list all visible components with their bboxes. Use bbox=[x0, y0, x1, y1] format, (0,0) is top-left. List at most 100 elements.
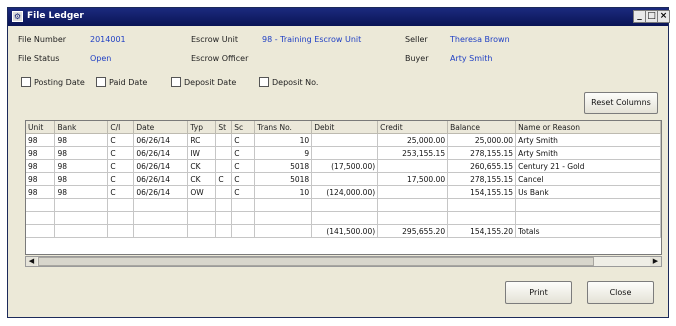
table-cell: 98 bbox=[54, 133, 109, 147]
table-cell: 06/26/14 bbox=[133, 172, 189, 186]
table-cell: IW bbox=[187, 146, 217, 160]
table-cell: C bbox=[107, 146, 135, 160]
table-cell bbox=[311, 172, 379, 186]
table-cell: C bbox=[231, 185, 256, 199]
table-cell bbox=[107, 198, 135, 212]
table-cell bbox=[215, 224, 233, 238]
table-cell: 98 bbox=[26, 146, 56, 160]
totals-row[interactable]: (141,500.00) 295,655.20 154,155.20 Totals bbox=[26, 224, 661, 238]
table-cell: C bbox=[231, 159, 256, 173]
table-cell: Arty Smith bbox=[515, 146, 661, 160]
column-header[interactable]: Balance bbox=[447, 121, 517, 134]
table-header-row: Unit Bank C/I Date Typ St Sc Trans No. Debit Cred… bbox=[26, 121, 661, 134]
posting-date-checkbox[interactable]: Posting Date bbox=[21, 77, 85, 87]
table-row[interactable] bbox=[26, 198, 661, 212]
close-window-button[interactable]: × bbox=[657, 10, 670, 23]
table-cell: 9 bbox=[254, 146, 313, 160]
table-cell: 295,655.20 bbox=[377, 224, 449, 238]
table-row[interactable] bbox=[26, 211, 661, 225]
close-button[interactable]: Close bbox=[587, 281, 654, 304]
table-cell: Us Bank bbox=[515, 185, 661, 199]
table-cell: (141,500.00) bbox=[311, 224, 379, 238]
column-header[interactable]: Credit bbox=[377, 121, 449, 134]
table-cell bbox=[254, 211, 313, 225]
table-cell bbox=[215, 159, 233, 173]
table-cell bbox=[377, 198, 449, 212]
table-cell bbox=[215, 146, 233, 160]
table-cell: RC bbox=[187, 133, 217, 147]
table-cell: Arty Smith bbox=[515, 133, 661, 147]
table-cell: 278,155.15 bbox=[447, 172, 517, 186]
column-header[interactable]: C/I bbox=[107, 121, 135, 134]
table-row[interactable]: 98 98 C 06/26/14 CK C 5018 (17,500.00) 260,655.1… bbox=[26, 159, 661, 173]
reset-columns-button[interactable]: Reset Columns bbox=[584, 92, 658, 114]
file-status-label: File Status bbox=[18, 54, 60, 63]
checkbox-box[interactable] bbox=[96, 77, 106, 87]
ledger-grid: Unit Bank C/I Date Typ St Sc Trans No. Debit Cred… bbox=[25, 120, 662, 255]
table-cell bbox=[26, 211, 56, 225]
table-cell: Century 21 - Gold bbox=[515, 159, 661, 173]
table-cell bbox=[231, 224, 256, 238]
horizontal-scrollbar[interactable]: ◀ ▶ bbox=[25, 256, 662, 267]
title-bar: ⚙ File Ledger _ □ × bbox=[8, 8, 670, 26]
scroll-right-icon[interactable]: ▶ bbox=[650, 257, 661, 266]
paid-date-label: Paid Date bbox=[109, 77, 148, 87]
column-header[interactable]: Typ bbox=[187, 121, 217, 134]
table-row[interactable]: 98 98 C 06/26/14 RC C 10 25,000.00 25,000.00 Arty… bbox=[26, 133, 661, 147]
checkbox-box[interactable] bbox=[171, 77, 181, 87]
checkbox-box[interactable] bbox=[21, 77, 31, 87]
table-cell: Cancel bbox=[515, 172, 661, 186]
deposit-no-label: Deposit No. bbox=[272, 77, 319, 87]
checkbox-box[interactable] bbox=[259, 77, 269, 87]
table-cell: 25,000.00 bbox=[377, 133, 449, 147]
table-cell: 98 bbox=[26, 172, 56, 186]
escrow-officer-label: Escrow Officer bbox=[191, 54, 249, 63]
table-cell: Totals bbox=[515, 224, 661, 238]
table-cell: 98 bbox=[54, 159, 109, 173]
table-cell: OW bbox=[187, 185, 217, 199]
table-cell bbox=[215, 211, 233, 225]
table-cell: 10 bbox=[254, 185, 313, 199]
deposit-no-checkbox[interactable]: Deposit No. bbox=[259, 77, 318, 87]
column-header[interactable]: Name or Reason bbox=[515, 121, 661, 134]
table-row[interactable]: 98 98 C 06/26/14 OW C 10 (124,000.00) 154,155.15… bbox=[26, 185, 661, 199]
table-row[interactable]: 98 98 C 06/26/14 IW C 9 253,155.15 278,155.15 Art… bbox=[26, 146, 661, 160]
window-title: File Ledger bbox=[27, 11, 84, 21]
table-cell bbox=[215, 198, 233, 212]
buyer-label: Buyer bbox=[405, 54, 429, 63]
column-header[interactable]: Bank bbox=[54, 121, 109, 134]
column-header[interactable]: St bbox=[215, 121, 233, 134]
file-status-value: Open bbox=[90, 54, 112, 63]
paid-date-checkbox[interactable]: Paid Date bbox=[96, 77, 147, 87]
table-cell bbox=[107, 224, 135, 238]
column-header[interactable]: Debit bbox=[311, 121, 379, 134]
table-cell bbox=[187, 211, 217, 225]
seller-label: Seller bbox=[405, 35, 428, 44]
table-cell: (17,500.00) bbox=[311, 159, 379, 173]
seller-value: Theresa Brown bbox=[450, 35, 510, 44]
table-cell bbox=[215, 185, 233, 199]
file-ledger-window: ⚙ File Ledger _ □ × File Number 2014001 … bbox=[7, 7, 670, 318]
scroll-thumb[interactable] bbox=[38, 257, 594, 266]
escrow-unit-value: 98 - Training Escrow Unit bbox=[262, 35, 362, 44]
column-header[interactable]: Date bbox=[133, 121, 189, 134]
scroll-left-icon[interactable]: ◀ bbox=[26, 257, 37, 266]
print-button[interactable]: Print bbox=[505, 281, 572, 304]
table-cell: C bbox=[107, 133, 135, 147]
table-cell: 06/26/14 bbox=[133, 159, 189, 173]
column-header[interactable]: Sc bbox=[231, 121, 256, 134]
buyer-value: Arty Smith bbox=[450, 54, 493, 63]
table-cell bbox=[107, 211, 135, 225]
table-cell: (124,000.00) bbox=[311, 185, 379, 199]
table-cell bbox=[515, 198, 661, 212]
column-header[interactable]: Unit bbox=[26, 121, 56, 134]
column-header[interactable]: Trans No. bbox=[254, 121, 313, 134]
table-cell: C bbox=[231, 133, 256, 147]
table-cell bbox=[377, 185, 449, 199]
table-cell bbox=[231, 211, 256, 225]
app-icon: ⚙ bbox=[12, 11, 23, 22]
table-cell bbox=[311, 133, 379, 147]
table-row[interactable]: 98 98 C 06/26/14 CK C C 5018 17,500.00 278,155.15… bbox=[26, 172, 661, 186]
table-cell: C bbox=[107, 159, 135, 173]
deposit-date-checkbox[interactable]: Deposit Date bbox=[171, 77, 236, 87]
